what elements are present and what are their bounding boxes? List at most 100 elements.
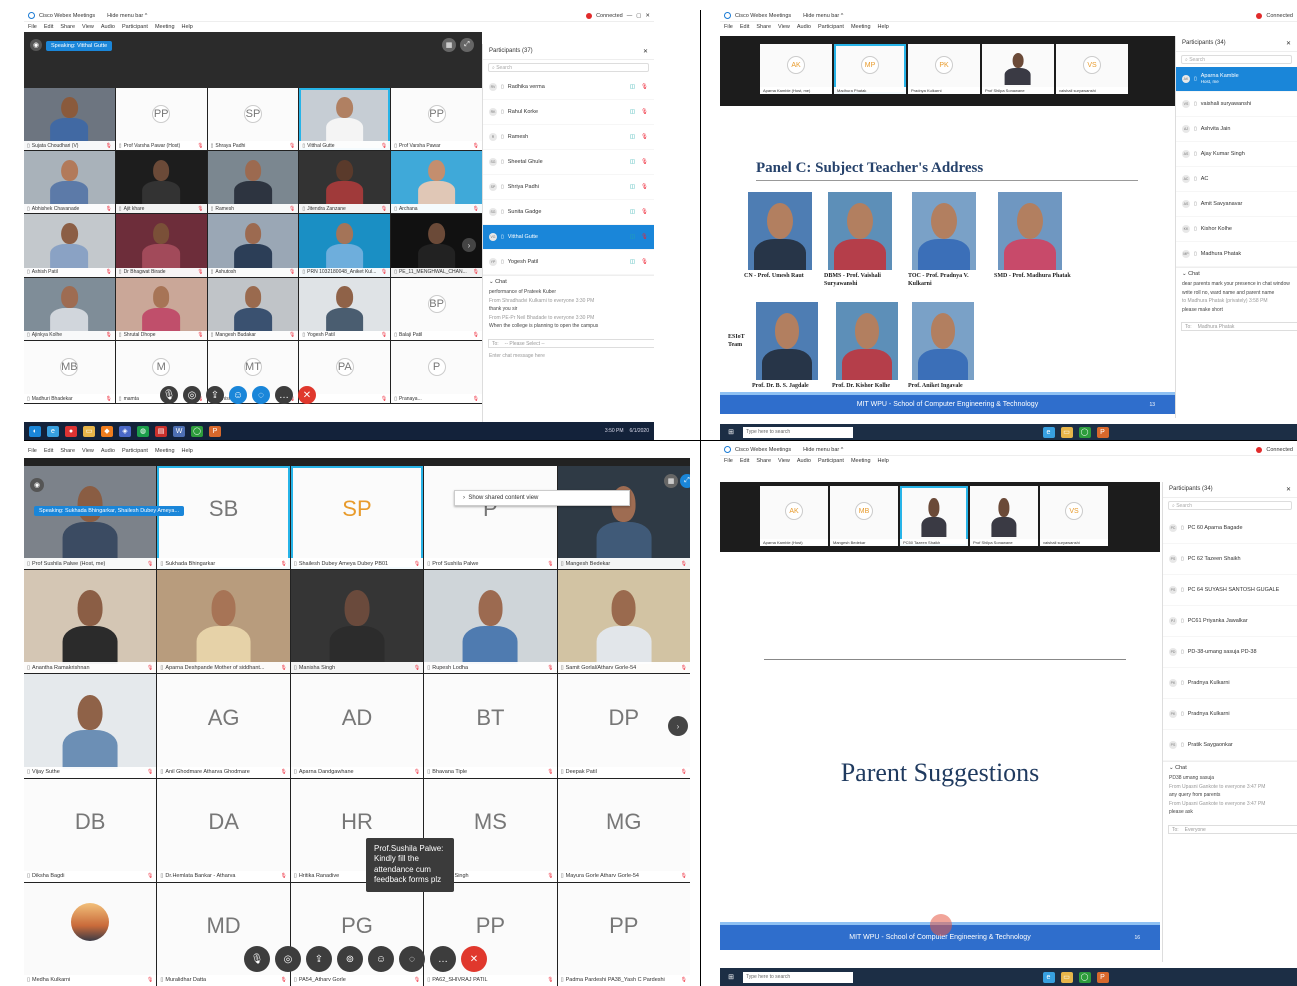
more-icon[interactable]: … [275, 386, 293, 404]
menu-item-help[interactable]: Help [878, 24, 889, 30]
chat-header[interactable]: ⌄ Chat [1163, 761, 1297, 774]
menu-item-participant[interactable]: Participant [122, 448, 148, 454]
menu-item-help[interactable]: Help [182, 448, 193, 454]
record-icon[interactable]: ⊚ [337, 946, 363, 972]
participant-tile[interactable]: ▯ Manisha Singh 🎙 [290, 570, 424, 674]
participant-tile[interactable]: ▯ Ashutosh 🎙 [207, 214, 299, 277]
filmstrip-tile[interactable]: PC50 Tazeen Shaikh [900, 486, 968, 546]
participant-list-item[interactable]: VS ▯ vaishali suryawanshi [1176, 92, 1297, 117]
search-input[interactable]: ⌕ Search [488, 63, 649, 72]
menu-item-meeting[interactable]: Meeting [851, 458, 871, 464]
ppt-icon[interactable]: P [1096, 971, 1109, 983]
layout-icon[interactable]: ◉ [30, 478, 44, 492]
participant-list-item[interactable]: KK ▯ Kishor Kolhe [1176, 217, 1297, 242]
participant-tile[interactable]: ▯ Yogesh Patil 🎙 [299, 277, 391, 340]
menu-item-share[interactable]: Share [60, 24, 75, 30]
menu-item-file[interactable]: File [724, 24, 733, 30]
edge-icon[interactable]: e [47, 425, 59, 437]
hide-menu-button[interactable]: Hide menu bar ^ [803, 447, 843, 453]
chat-icon[interactable]: ◌ [399, 946, 425, 972]
video-icon[interactable]: ◎ [275, 946, 301, 972]
filmstrip-tile[interactable]: VS vaishali suryawanshi [1040, 486, 1108, 546]
chat-recipient-select[interactable]: To: -- Please Select -- [488, 338, 654, 348]
webex-icon[interactable]: ◯ [191, 425, 203, 437]
chat-recipient-select[interactable]: To: Madhura Phatak [1181, 322, 1297, 331]
taskbar-search[interactable]: Type here to search [743, 971, 853, 983]
participant-tile[interactable]: MB ▯ Madhuri Bhadekar 🎙 [24, 340, 115, 403]
participant-tile[interactable]: PP ▯ Prof Varsha Pawar 🎙 [391, 88, 482, 151]
participant-list-item[interactable]: RV ▯ Radhika verma ◫ 🎙 [483, 75, 654, 100]
menu-item-view[interactable]: View [82, 448, 94, 454]
participant-tile[interactable]: SP ▯ Shailesh Dubey Ameya Dubey PB01 🎙 [290, 466, 424, 570]
filmstrip-tile[interactable]: Prof Shilpa Sonawane [970, 486, 1038, 546]
participant-tile[interactable]: ▯ Ashish Patil 🎙 [24, 214, 115, 277]
menu-item-share[interactable]: Share [756, 24, 771, 30]
menu-item-share[interactable]: Share [756, 458, 771, 464]
webex-icon[interactable]: ◯ [1078, 426, 1091, 438]
windows-start-icon[interactable]: ⊞ [725, 972, 737, 983]
participant-tile[interactable]: AD ▯ Aparna Dandgawhane 🎙 [290, 674, 424, 778]
mute-icon[interactable]: 🎙 [160, 386, 178, 404]
ppt-icon[interactable]: P [1096, 426, 1109, 438]
participant-list-item[interactable]: AJ ▯ Ashvita Jain [1176, 117, 1297, 142]
menu-item-share[interactable]: Share [60, 448, 75, 454]
connection-status[interactable]: Connected [1266, 13, 1293, 19]
app-icon[interactable]: ● [65, 425, 77, 437]
participant-tile[interactable]: ▯ Jitendra Zanzane 🎙 [299, 151, 391, 214]
participant-tile[interactable]: ▯ Dr Bhagwat Birade 🎙 [115, 214, 207, 277]
menu-item-meeting[interactable]: Meeting [155, 24, 175, 30]
participant-tile[interactable]: ▯ Sujata Choudhari (V) 🎙 [24, 88, 115, 151]
participant-tile[interactable]: ▯ Prof Sushila Palwe (Host, me) 🎙 [24, 466, 157, 570]
participant-list-item[interactable]: YP ▯ Yogesh Patil ◫ 🎙 [483, 250, 654, 275]
word-icon[interactable]: W [173, 425, 185, 437]
share-icon[interactable]: ⇪ [306, 946, 332, 972]
folder-icon[interactable]: ▭ [83, 425, 95, 437]
menu-item-view[interactable]: View [778, 24, 790, 30]
grid-view-icon[interactable]: ▦ [664, 474, 678, 488]
participant-tile[interactable]: DA ▯ Dr.Hemlata Bankar - Atharva 🎙 [157, 778, 290, 882]
connection-status[interactable]: Connected [596, 13, 623, 19]
participant-list-item[interactable]: PK ▯ Pradnya Kulkarni [1163, 668, 1297, 699]
edge-icon[interactable]: e [1042, 426, 1055, 438]
chrome-icon[interactable]: ◍ [137, 425, 149, 437]
hide-menu-button[interactable]: Hide menu bar ^ [107, 13, 147, 19]
participant-tile[interactable]: ▯ Samit Gorlal/Atharv Gorle-54 🎙 [557, 570, 690, 674]
windows-start-icon[interactable]: ⊞ [725, 427, 737, 438]
participant-list-item[interactable]: PC ▯ PC 60 Aparna Bagade [1163, 513, 1297, 544]
menu-item-file[interactable]: File [28, 448, 37, 454]
menu-item-audio[interactable]: Audio [101, 24, 115, 30]
chat-input[interactable]: Enter chat message here [483, 352, 654, 361]
participant-tile[interactable]: PP ▯ Prof Varsha Pawar (Host) 🎙 [115, 88, 207, 151]
participants-icon[interactable]: ☺ [229, 386, 247, 404]
grid-view-icon[interactable]: ▦ [442, 38, 456, 52]
chat-header[interactable]: ⌄ Chat [483, 275, 654, 288]
participant-tile[interactable]: ▯ Archana 🎙 [391, 151, 482, 214]
search-input[interactable]: ⌕ Search [1168, 501, 1292, 510]
close-panel-icon[interactable]: ✕ [1286, 40, 1291, 47]
layout-icon[interactable]: ◉ [30, 39, 42, 51]
participant-tile[interactable]: ▯ Shrutal Dhope 🎙 [115, 277, 207, 340]
close-panel-icon[interactable]: ✕ [643, 48, 648, 55]
menu-item-meeting[interactable]: Meeting [851, 24, 871, 30]
participant-tile[interactable]: ▯ Rupesh Lodha 🎙 [424, 570, 557, 674]
participant-tile[interactable]: BT ▯ Bhavana Tiple 🎙 [424, 674, 557, 778]
menu-item-edit[interactable]: Edit [44, 24, 53, 30]
participant-list-item[interactable]: AK ▯ Aparna Kamble Host, me [1176, 67, 1297, 92]
menu-item-audio[interactable]: Audio [797, 458, 811, 464]
participant-tile[interactable]: AG ▯ Anil Ghodmare Atharva Ghodmare 🎙 [157, 674, 290, 778]
search-input[interactable]: ⌕ Search [1181, 55, 1292, 64]
end-call-icon[interactable]: ✕ [461, 946, 487, 972]
webex-icon[interactable]: ◯ [1078, 971, 1091, 983]
filmstrip-tile[interactable]: MB Mangesh Bedekar [830, 486, 898, 546]
video-icon[interactable]: ◎ [183, 386, 201, 404]
participant-list-item[interactable]: SG ▯ Sunita Gadge ◫ 🎙 [483, 200, 654, 225]
minimize-icon[interactable]: — [627, 13, 633, 19]
filmstrip-tile[interactable]: Prof Shilpa Sonawane [982, 44, 1054, 94]
maximize-icon[interactable]: ▢ [636, 13, 641, 19]
folder-icon[interactable]: ▭ [1060, 971, 1073, 983]
participant-tile[interactable]: ▯ Vijay Suthe 🎙 [24, 674, 157, 778]
pdf-icon[interactable]: ▤ [155, 425, 167, 437]
fullscreen-icon[interactable]: ⤢ [680, 474, 690, 488]
participants-icon[interactable]: ☺ [368, 946, 394, 972]
participant-list-item[interactable]: VG ▯ Vitthal Gutte ◫ 🎙 [483, 225, 654, 250]
